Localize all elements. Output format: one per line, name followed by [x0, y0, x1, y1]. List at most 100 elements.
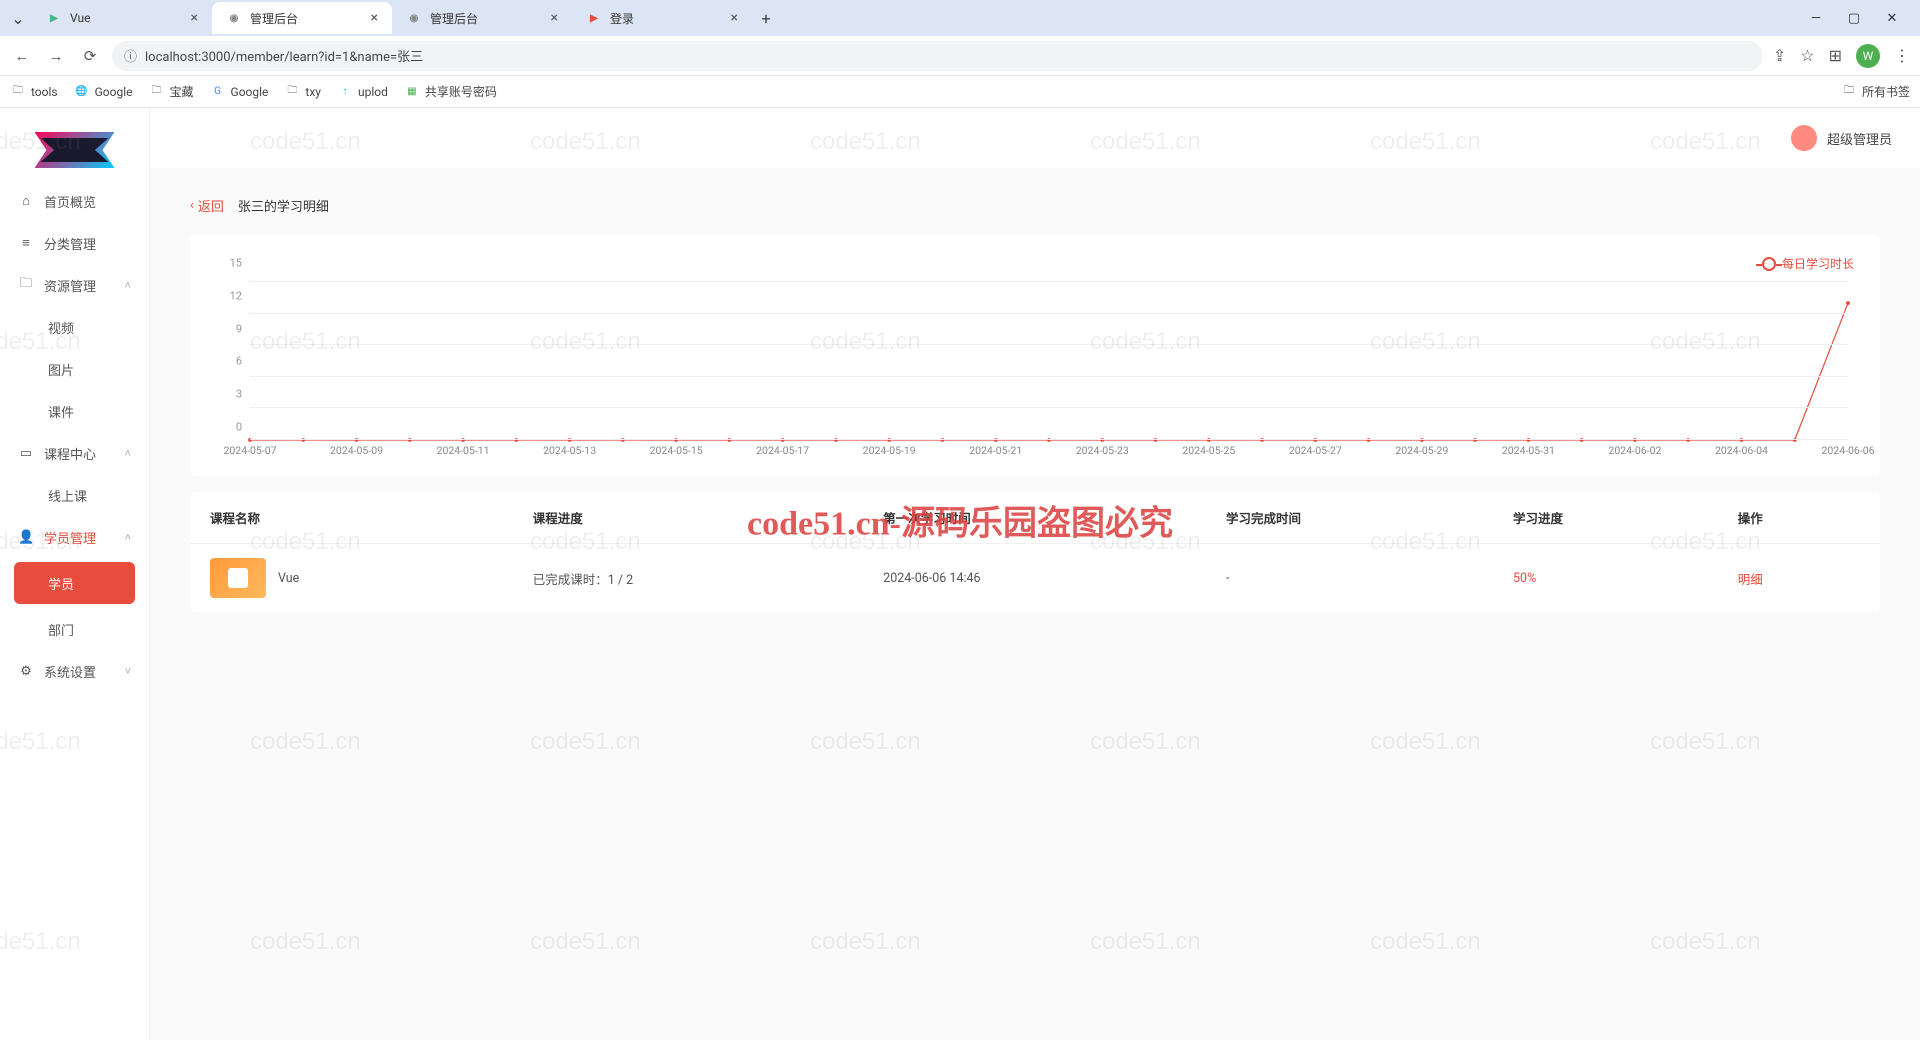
browser-tab[interactable]: ◉管理后台×: [212, 2, 392, 34]
tab-close-icon[interactable]: ×: [371, 10, 378, 26]
x-tick-label: 2024-05-25: [1182, 444, 1235, 457]
sidebar-item[interactable]: ⌂首页概览: [0, 180, 149, 222]
browser-menu-icon[interactable]: ⋮: [1894, 46, 1910, 65]
complete-time-cell: -: [1206, 544, 1493, 613]
sidebar-item[interactable]: ≡分类管理: [0, 222, 149, 264]
x-tick-label: 2024-05-23: [1076, 444, 1129, 457]
bookmark-star-icon[interactable]: ☆: [1800, 46, 1814, 65]
sidebar: ⌂首页概览≡分类管理🗀资源管理˄视频图片课件▭课程中心˄线上课👤学员管理˄学员部…: [0, 108, 150, 1040]
y-tick-label: 0: [236, 421, 242, 434]
all-bookmarks[interactable]: 🗀 所有书签: [1841, 83, 1910, 100]
back-button[interactable]: ←: [10, 47, 34, 65]
tab-close-icon[interactable]: ×: [731, 10, 738, 26]
back-link[interactable]: ‹ 返回: [190, 196, 224, 215]
site-info-icon[interactable]: ⓘ: [124, 46, 137, 65]
sidebar-item[interactable]: ⚙系统设置˅: [0, 650, 149, 692]
x-tick-label: 2024-05-09: [330, 444, 383, 457]
bookmark-label: txy: [305, 85, 321, 99]
x-tick-label: 2024-05-21: [969, 444, 1022, 457]
username-label: 超级管理员: [1827, 129, 1892, 148]
x-tick-label: 2024-05-17: [756, 444, 809, 457]
folder-icon: 🗀: [1841, 84, 1857, 100]
forward-button[interactable]: →: [44, 47, 68, 65]
chart-legend: 每日学习时长: [216, 255, 1854, 272]
chart-card: 每日学习时长 03691215 2024-05-072024-05-092024…: [190, 235, 1880, 476]
user-avatar-icon[interactable]: [1791, 125, 1817, 151]
extensions-icon[interactable]: ⊞: [1829, 46, 1842, 65]
x-tick-label: 2024-05-07: [223, 444, 276, 457]
menu-icon: ⚙: [18, 664, 34, 679]
browser-tab[interactable]: ▶登录×: [572, 2, 752, 34]
bookmark-label: 共享账号密码: [425, 83, 497, 100]
menu-label: 首页概览: [44, 192, 96, 211]
browser-chrome: ⌄ ▶Vue×◉管理后台×◉管理后台×▶登录× + — ▢ ✕ ← → ⟳ ⓘ …: [0, 0, 1920, 108]
detail-link[interactable]: 明细: [1738, 573, 1763, 588]
menu-icon: 👤: [18, 530, 34, 545]
sidebar-sub-item[interactable]: 线上课: [0, 474, 149, 516]
bookmarks-bar: 🗀tools🌐Google🗀宝藏GGoogle🗀txy↑uplod▦共享账号密码…: [0, 76, 1920, 108]
sidebar-sub-item[interactable]: 图片: [0, 348, 149, 390]
share-icon[interactable]: ⇪: [1773, 46, 1786, 65]
menu-icon: 🗀: [18, 274, 34, 296]
logo-icon: [35, 132, 115, 168]
chart-area: 03691215 2024-05-072024-05-092024-05-112…: [216, 276, 1854, 466]
menu-icon: ≡: [18, 235, 34, 251]
bookmark-icon: ↑: [337, 84, 353, 100]
chevron-left-icon: ‹: [190, 198, 194, 213]
y-tick-label: 6: [236, 355, 242, 368]
menu-label: 系统设置: [44, 662, 96, 681]
bookmark-item[interactable]: GGoogle: [210, 83, 269, 100]
x-tick-label: 2024-05-11: [437, 444, 490, 457]
tabs-dropdown[interactable]: ⌄: [4, 9, 32, 28]
bookmark-item[interactable]: 🌐Google: [74, 83, 133, 100]
maximize-button[interactable]: ▢: [1844, 11, 1864, 26]
course-name-cell: Vue: [190, 544, 513, 613]
x-tick-label: 2024-05-29: [1395, 444, 1448, 457]
menu-label: 课程中心: [44, 444, 96, 463]
courses-table: 课程名称课程进度第一次学习时间学习完成时间学习进度操作 Vue 已完成课时：1 …: [190, 492, 1880, 612]
browser-tab[interactable]: ◉ 管理后台 ×: [392, 2, 572, 34]
progress-text-cell: 已完成课时：1 / 2: [513, 544, 863, 613]
close-window-button[interactable]: ✕: [1882, 11, 1902, 26]
app-root: ⌂首页概览≡分类管理🗀资源管理˄视频图片课件▭课程中心˄线上课👤学员管理˄学员部…: [0, 108, 1920, 1040]
sidebar-sub-item[interactable]: 部门: [0, 608, 149, 650]
sidebar-item[interactable]: 🗀资源管理˄: [0, 264, 149, 306]
url-bar[interactable]: ⓘ localhost:3000/member/learn?id=1&name=…: [112, 41, 1763, 71]
bookmark-icon: 🌐: [74, 84, 90, 100]
y-tick-label: 12: [230, 289, 242, 302]
tab-close-icon[interactable]: ×: [551, 10, 558, 26]
column-header: 操作: [1718, 492, 1880, 544]
url-text: localhost:3000/member/learn?id=1&name=张三: [145, 46, 423, 65]
x-tick-label: 2024-05-27: [1289, 444, 1342, 457]
reload-button[interactable]: ⟳: [78, 47, 102, 65]
bookmark-label: tools: [31, 85, 58, 99]
x-tick-label: 2024-06-02: [1608, 444, 1661, 457]
column-header: 学习进度: [1493, 492, 1718, 544]
tab-close-icon[interactable]: ×: [191, 10, 198, 26]
breadcrumb-row: ‹ 返回 张三的学习明细: [190, 196, 1880, 215]
profile-avatar[interactable]: W: [1856, 44, 1880, 68]
tab-title: 管理后台: [430, 10, 478, 27]
table-row: Vue 已完成课时：1 / 2 2024-06-06 14:46 - 50% 明…: [190, 544, 1880, 613]
topbar: 超级管理员: [150, 108, 1920, 168]
sidebar-sub-item[interactable]: 学员: [14, 562, 135, 604]
bookmark-item[interactable]: 🗀txy: [284, 83, 321, 100]
browser-tab[interactable]: ▶Vue×: [32, 2, 212, 34]
sidebar-sub-item[interactable]: 课件: [0, 390, 149, 432]
tab-favicon-icon: ◉: [406, 10, 422, 26]
bookmark-item[interactable]: ↑uplod: [337, 83, 388, 100]
logo-area[interactable]: [0, 120, 149, 180]
minimize-button[interactable]: —: [1806, 11, 1826, 26]
sidebar-item[interactable]: ▭课程中心˄: [0, 432, 149, 474]
bookmark-item[interactable]: ▦共享账号密码: [404, 83, 497, 100]
chevron-icon: ˄: [125, 531, 131, 544]
bookmark-item[interactable]: 🗀宝藏: [149, 83, 194, 100]
action-cell: 明细: [1718, 544, 1880, 613]
new-tab-button[interactable]: +: [752, 9, 780, 28]
sidebar-sub-item[interactable]: 视频: [0, 306, 149, 348]
sidebar-item[interactable]: 👤学员管理˄: [0, 516, 149, 558]
bookmark-item[interactable]: 🗀tools: [10, 83, 58, 100]
toolbar-right: ⇪ ☆ ⊞ W ⋮: [1773, 44, 1910, 68]
bookmark-label: 宝藏: [170, 83, 194, 100]
tab-favicon-icon: ▶: [46, 10, 62, 26]
